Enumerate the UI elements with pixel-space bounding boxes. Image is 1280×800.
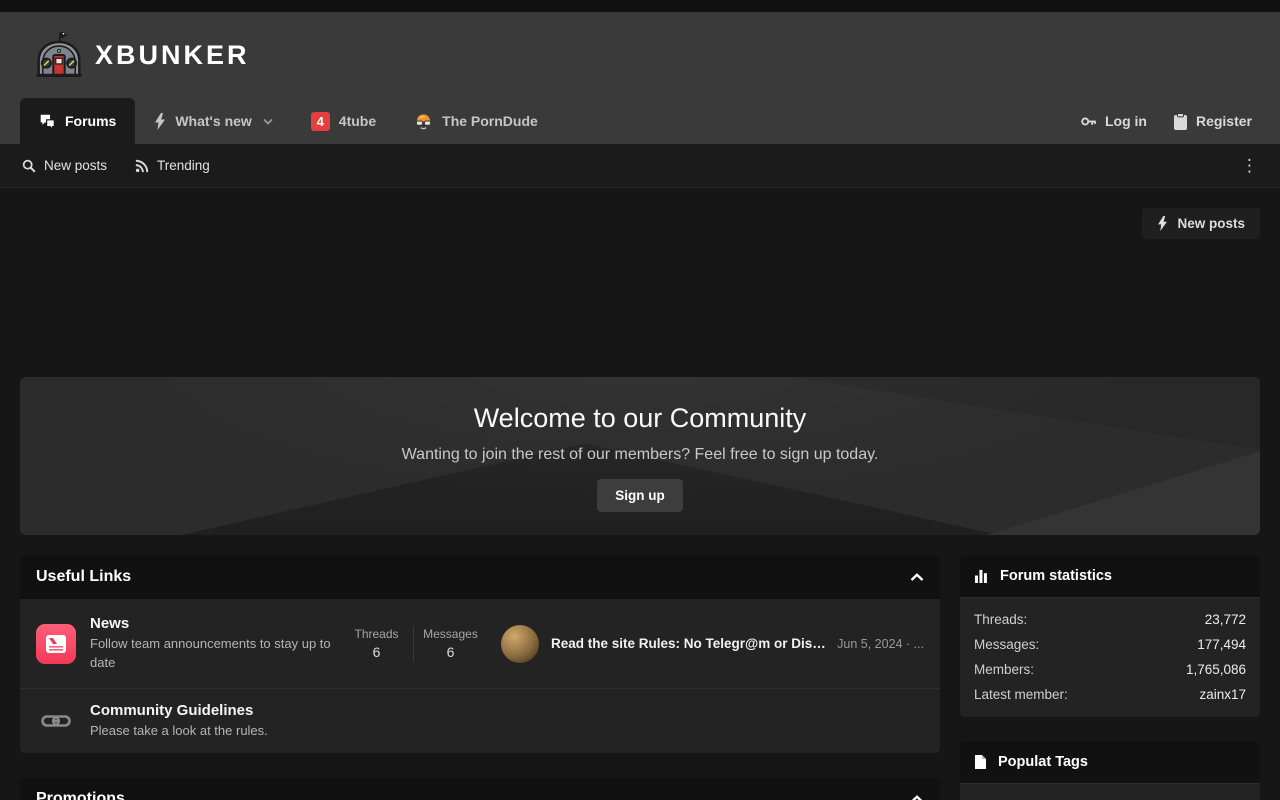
tab-4tube-label: 4tube — [339, 113, 376, 129]
auth-links: Log in Register — [1080, 98, 1260, 144]
brand-wordmark[interactable]: XBUNKER — [95, 40, 250, 71]
promotions-header[interactable]: Promotions — [20, 777, 940, 800]
forum-node-row-news[interactable]: News Follow team announcements to stay u… — [20, 599, 940, 688]
subnav-new-posts[interactable]: New posts — [22, 158, 107, 173]
stat-label: Threads: — [974, 612, 1027, 627]
chevron-up-icon[interactable] — [910, 573, 924, 582]
threads-label: Threads — [340, 627, 413, 641]
overflow-menu-icon[interactable]: ⋮ — [1241, 157, 1258, 174]
porndude-icon — [414, 113, 433, 130]
messages-label: Messages — [414, 627, 487, 641]
subnav-trending-label: Trending — [157, 158, 210, 173]
4tube-icon: 4 — [311, 112, 330, 131]
last-post-avatar[interactable] — [501, 625, 539, 663]
stat-value: 23,772 — [1205, 612, 1246, 627]
popular-tags-header: Populat Tags — [960, 741, 1260, 784]
useful-links-header[interactable]: Useful Links — [20, 555, 940, 599]
tab-whats-new-label: What's new — [175, 113, 251, 129]
top-strip — [0, 0, 1280, 12]
popular-tags-block: Populat Tags — [960, 741, 1260, 800]
lightning-icon — [154, 113, 166, 130]
link-icon — [41, 713, 71, 729]
sidebar: Forum statistics Threads: 23,772 Message… — [960, 555, 1260, 800]
promotions-block: Promotions — [20, 777, 940, 800]
stat-row-threads: Threads: 23,772 — [974, 607, 1246, 632]
register-link[interactable]: Register — [1173, 113, 1252, 130]
banner-title: Welcome to our Community — [20, 403, 1260, 434]
search-icon — [22, 159, 36, 173]
node-title-news[interactable]: News — [90, 615, 340, 632]
xbunker-logo-icon[interactable] — [33, 28, 85, 82]
chevron-up-icon[interactable] — [910, 795, 924, 800]
stat-row-members: Members: 1,765,086 — [974, 657, 1246, 682]
forums-chat-icon — [39, 113, 56, 130]
news-icon — [36, 624, 76, 664]
rss-icon — [135, 159, 149, 173]
tab-forums[interactable]: Forums — [20, 98, 135, 144]
forum-statistics-block: Forum statistics Threads: 23,772 Message… — [960, 555, 1260, 717]
forum-node-row-guidelines[interactable]: Community Guidelines Please take a look … — [20, 688, 940, 753]
document-icon — [974, 754, 987, 770]
last-post: Read the site Rules: No Telegr@m or Disc… — [501, 625, 924, 663]
sub-nav: New posts Trending ⋮ — [0, 144, 1280, 188]
popular-tags-title: Populat Tags — [998, 754, 1088, 770]
page-content: New posts Welcome to our Community Wanti… — [0, 208, 1280, 800]
stat-value[interactable]: zainx17 — [1199, 687, 1246, 702]
chevron-down-icon — [263, 118, 273, 125]
login-label: Log in — [1105, 113, 1147, 129]
stat-value: 177,494 — [1197, 637, 1246, 652]
site-header: XBUNKER Forums What's new 4 4tube — [0, 12, 1280, 144]
stat-label: Members: — [974, 662, 1034, 677]
clipboard-icon — [1173, 113, 1188, 130]
stat-value: 1,765,086 — [1186, 662, 1246, 677]
useful-links-block: Useful Links — [20, 555, 940, 753]
node-title-guidelines[interactable]: Community Guidelines — [90, 702, 268, 719]
stat-row-latest-member: Latest member: zainx17 — [974, 682, 1246, 707]
subnav-new-posts-label: New posts — [44, 158, 107, 173]
stat-label: Latest member: — [974, 687, 1068, 702]
login-link[interactable]: Log in — [1080, 113, 1147, 130]
sign-up-button[interactable]: Sign up — [597, 479, 683, 512]
promotions-title: Promotions — [36, 790, 125, 800]
main-nav: Forums What's new 4 4tube — [0, 98, 1280, 144]
stat-row-messages: Messages: 177,494 — [974, 632, 1246, 657]
tab-porndude-label: The PornDude — [442, 113, 538, 129]
new-posts-button-label: New posts — [1177, 216, 1245, 231]
useful-links-title: Useful Links — [36, 568, 131, 586]
subnav-trending[interactable]: Trending — [135, 158, 210, 173]
banner-subtitle: Wanting to join the rest of our members?… — [20, 446, 1260, 464]
tab-4tube[interactable]: 4 4tube — [292, 98, 395, 144]
node-stats: Threads 6 Messages 6 — [340, 626, 487, 662]
forum-statistics-header: Forum statistics — [960, 555, 1260, 598]
register-label: Register — [1196, 113, 1252, 129]
key-icon — [1080, 113, 1097, 130]
bar-chart-icon — [974, 569, 989, 583]
forum-statistics-title: Forum statistics — [1000, 568, 1112, 584]
logo-row: XBUNKER — [0, 12, 1280, 98]
node-description-news: Follow team announcements to stay up to … — [90, 635, 340, 673]
lightning-icon — [1157, 216, 1168, 231]
last-post-meta: Jun 5, 2024 · ... — [837, 637, 924, 651]
welcome-banner: Welcome to our Community Wanting to join… — [20, 377, 1260, 535]
tab-porndude[interactable]: The PornDude — [395, 98, 557, 144]
tab-forums-label: Forums — [65, 113, 116, 129]
threads-value: 6 — [340, 644, 413, 660]
node-description-guidelines: Please take a look at the rules. — [90, 722, 268, 741]
main-column: Useful Links — [20, 555, 940, 800]
stat-label: Messages: — [974, 637, 1039, 652]
new-posts-button[interactable]: New posts — [1142, 208, 1260, 239]
tab-whats-new[interactable]: What's new — [135, 98, 291, 144]
last-post-title[interactable]: Read the site Rules: No Telegr@m or Disc… — [551, 636, 831, 651]
messages-value: 6 — [414, 644, 487, 660]
